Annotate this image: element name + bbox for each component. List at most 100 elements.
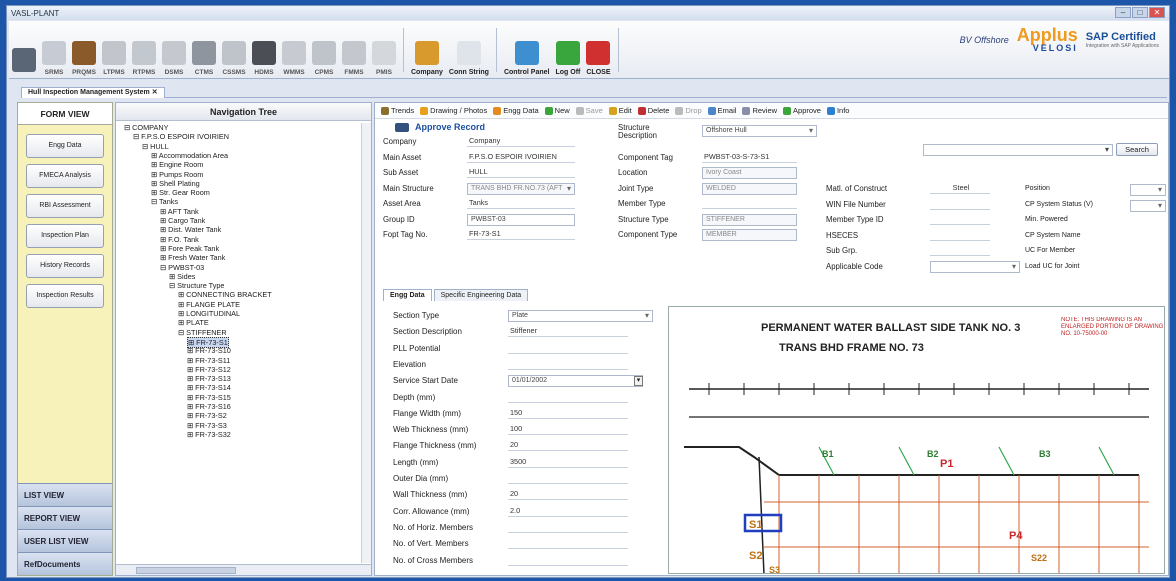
field-select[interactable] <box>1130 199 1166 212</box>
tree-node[interactable]: ⊞ FR-73-S32 <box>187 430 231 439</box>
tab-hull-inspection[interactable]: Hull Inspection Management System ✕ <box>21 87 165 98</box>
toolbar-button-prqms[interactable]: PRQMS <box>69 22 99 78</box>
tree-node[interactable]: ⊞ Accommodation Area <box>151 151 228 160</box>
field-service-start-date[interactable]: 01/01/2002 <box>508 375 643 388</box>
field-fopt-tag-no-[interactable]: FR-73-S1 <box>467 229 575 240</box>
action-drawing-photos[interactable]: Drawing / Photos <box>420 106 487 115</box>
field-corr-allowance-mm-[interactable]: 2.0 <box>508 506 628 517</box>
search-combo[interactable]: ▾ <box>923 144 1113 156</box>
nav-button-inspection-results[interactable]: Inspection Results <box>26 284 104 308</box>
tree-node[interactable]: ⊞ Shell Plating <box>151 179 200 188</box>
tree-node[interactable]: ⊞ Sides <box>169 272 195 281</box>
bottom-nav-user-list-view[interactable]: USER LIST VIEW <box>18 529 112 552</box>
tree-node[interactable]: ⊟ COMPANY <box>124 123 169 132</box>
tree-node[interactable]: ⊞ FLANGE PLATE <box>178 300 240 309</box>
tree-node[interactable]: ⊞ Dist. Water Tank <box>160 225 221 234</box>
tree-node[interactable]: ⊞ Cargo Tank <box>160 216 205 225</box>
tree-node[interactable]: ⊞ FR-73-S3 <box>187 421 227 430</box>
field-depth-mm-[interactable] <box>508 392 628 403</box>
action-edit[interactable]: Edit <box>608 106 632 115</box>
minimize-icon[interactable]: – <box>1115 7 1131 18</box>
action-email[interactable]: Email <box>707 106 736 115</box>
bottom-nav-report-view[interactable]: REPORT VIEW <box>18 506 112 529</box>
tree-node[interactable]: ⊞ FR-73-S16 <box>187 402 231 411</box>
action-trends[interactable]: Trends <box>381 106 414 115</box>
field-no-of-cross-members[interactable] <box>508 555 628 566</box>
tree-node[interactable]: ⊞ Fresh Water Tank <box>160 253 225 262</box>
field-select[interactable] <box>1130 184 1166 196</box>
field-section-type[interactable]: Plate <box>508 310 653 322</box>
scroll-thumb[interactable] <box>136 567 236 574</box>
field-no-of-vert-members[interactable] <box>508 538 628 550</box>
field-flange-width-mm-[interactable]: 150 <box>508 408 628 419</box>
field-matl-of-construct[interactable]: Steel <box>930 183 990 194</box>
toolbar-button-logo[interactable] <box>9 22 39 78</box>
field-outer-dia-mm-[interactable] <box>508 473 628 484</box>
tree-node[interactable]: ⊞ FR-73-S14 <box>187 383 231 392</box>
toolbar-button-wmms[interactable]: WMMS <box>279 22 309 78</box>
field-win-file-number[interactable] <box>930 199 990 210</box>
field-hseces[interactable] <box>930 230 990 241</box>
tree-horizontal-scrollbar[interactable] <box>116 564 371 575</box>
field-company[interactable]: Company <box>467 136 575 147</box>
toolbar-button-ctms[interactable]: CTMS <box>189 22 219 78</box>
tree-node[interactable]: ⊞ PLATE <box>178 318 209 327</box>
bottom-nav-refdocuments[interactable]: RefDocuments <box>18 552 112 575</box>
action-engg-data[interactable]: Engg Data <box>493 106 539 115</box>
nav-button-fmeca-analysis[interactable]: FMECA Analysis <box>26 164 104 188</box>
drawing-viewer[interactable]: PERMANENT WATER BALLAST SIDE TANK NO. 3 … <box>668 306 1165 574</box>
subtab-engg-data[interactable]: Engg Data <box>383 289 432 301</box>
tree-node[interactable]: ⊞ Str. Gear Room <box>151 188 210 197</box>
field-pll-potential[interactable] <box>508 343 628 354</box>
action-save[interactable]: Save <box>575 106 603 115</box>
tree-node[interactable]: ⊟ STIFFENER <box>178 328 227 337</box>
field-web-thickness-mm-[interactable]: 100 <box>508 424 628 436</box>
field-flange-thickness-mm-[interactable]: 20 <box>508 440 628 452</box>
toolbar-button-rtpms[interactable]: RTPMS <box>129 22 159 78</box>
toolbar-button-pmis[interactable]: PMIS <box>369 22 399 78</box>
field-component-type[interactable]: MEMBER <box>702 229 797 241</box>
tree-node[interactable]: ⊞ Engine Room <box>151 160 203 169</box>
maximize-icon[interactable]: □ <box>1132 7 1148 18</box>
field-no-of-horiz-members[interactable] <box>508 522 628 533</box>
tree-node[interactable]: ⊞ AFT Tank <box>160 207 199 216</box>
field-main-structure[interactable]: TRANS BHD FR.NO.73 (AFT <box>467 182 575 195</box>
field-component-tag[interactable]: PWBST-03-S-73-S1 <box>702 152 797 163</box>
nav-button-history-records[interactable]: History Records <box>26 254 104 278</box>
field-member-type-id[interactable] <box>930 214 990 225</box>
bottom-nav-list-view[interactable]: LIST VIEW <box>18 483 112 506</box>
tree-node[interactable]: ⊞ FR-73-S10 <box>187 346 231 355</box>
toolbar-button-hdms[interactable]: HDMS <box>249 22 279 78</box>
nav-button-rbi-assessment[interactable]: RBI Assessment <box>26 194 104 218</box>
action-review[interactable]: Review <box>742 106 777 115</box>
tree-node[interactable]: ⊞ CONNECTING BRACKET <box>178 290 272 299</box>
toolbar-button-srms[interactable]: SRMS <box>39 22 69 78</box>
field-sub-grp-[interactable] <box>930 245 990 256</box>
tree-node[interactable]: ⊞ FR-73-S12 <box>187 365 231 374</box>
action-info[interactable]: Info <box>826 106 849 115</box>
tree-node[interactable]: ⊞ Pumps Room <box>151 170 203 179</box>
tree-node[interactable]: ⊞ F.O. Tank <box>160 235 199 244</box>
form-view-header[interactable]: FORM VIEW <box>18 103 112 125</box>
action-delete[interactable]: Delete <box>637 106 669 115</box>
tree-node[interactable]: ⊞ Fore Peak Tank <box>160 244 219 253</box>
tree-node[interactable]: ⊟ HULL <box>142 142 169 151</box>
toolbar-button-log-off[interactable]: Log Off <box>552 22 583 78</box>
field-joint-type[interactable]: WELDED <box>702 182 797 195</box>
field-group-id[interactable]: PWBST-03 <box>467 213 575 226</box>
toolbar-button-cpms[interactable]: CPMS <box>309 22 339 78</box>
nav-button-inspection-plan[interactable]: Inspection Plan <box>26 224 104 248</box>
field-main-asset[interactable]: F.P.S.O ESPOIR IVOIRIEN <box>467 152 575 163</box>
field-structure-description[interactable]: Offshore Hull <box>702 125 817 137</box>
field-sub-asset[interactable]: HULL <box>467 167 575 178</box>
field-location[interactable]: Ivory Coast <box>702 167 797 179</box>
toolbar-button-control-panel[interactable]: Control Panel <box>501 22 553 78</box>
subtab-specific-engineering-data[interactable]: Specific Engineering Data <box>433 289 529 301</box>
nav-button-engg-data[interactable]: Engg Data <box>26 134 104 158</box>
tree-node[interactable]: ⊞ FR-73-S2 <box>187 411 227 420</box>
toolbar-button-close[interactable]: CLOSE <box>583 22 613 78</box>
tree-node[interactable]: ⊟ PWBST-03 <box>160 263 204 272</box>
field-structure-type[interactable]: STIFFENER <box>702 213 797 226</box>
tree-vertical-scrollbar[interactable] <box>361 123 371 563</box>
action-approve[interactable]: Approve <box>783 106 821 115</box>
